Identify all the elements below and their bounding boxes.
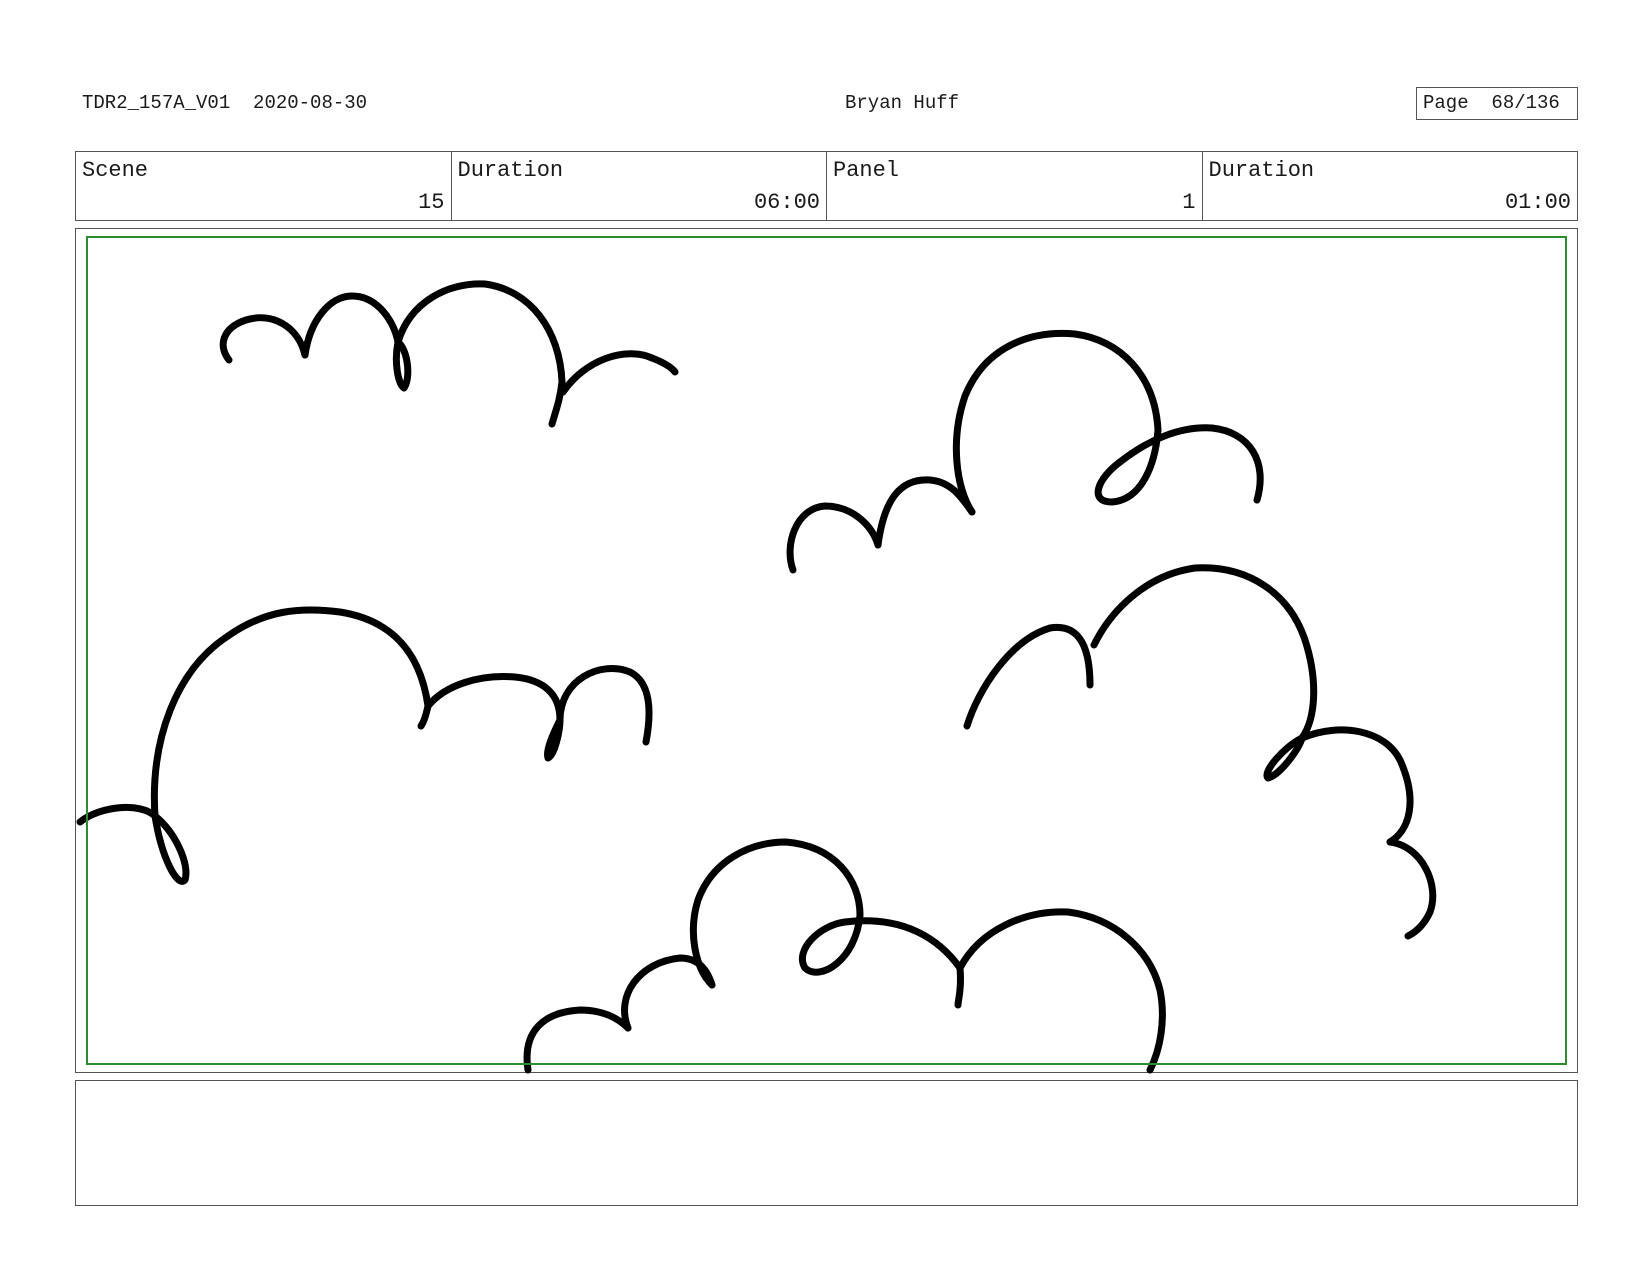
notes-box[interactable] <box>75 1080 1578 1206</box>
panel-safe-frame <box>86 236 1567 1065</box>
